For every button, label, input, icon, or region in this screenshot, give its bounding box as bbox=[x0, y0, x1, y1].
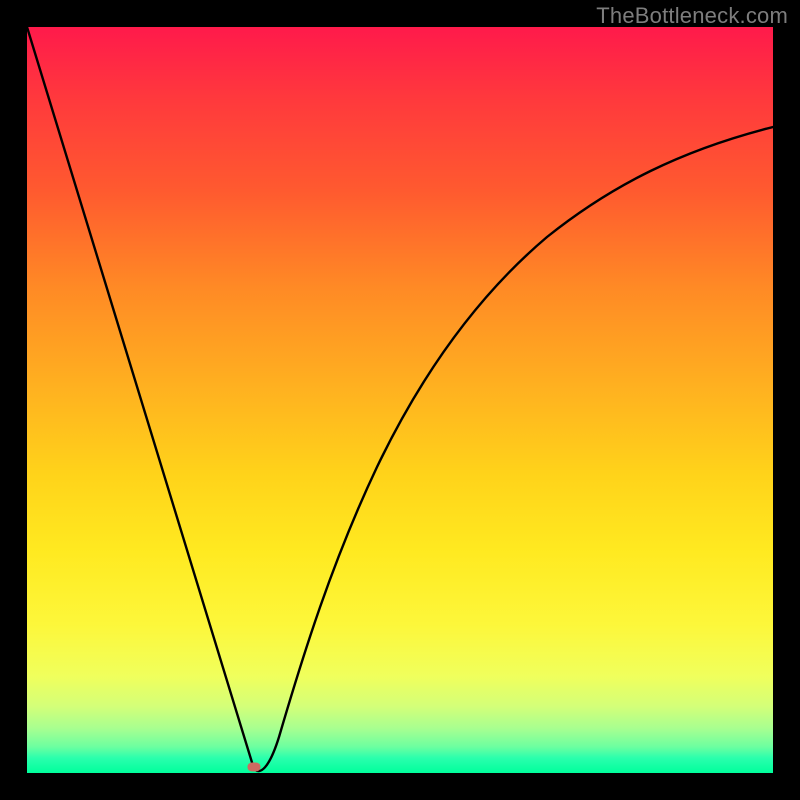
plot-area bbox=[27, 27, 773, 773]
curve-layer bbox=[27, 27, 773, 773]
bottleneck-curve bbox=[27, 27, 773, 771]
watermark-text: TheBottleneck.com bbox=[596, 3, 788, 29]
chart-frame: TheBottleneck.com bbox=[0, 0, 800, 800]
optimum-marker bbox=[248, 763, 261, 772]
